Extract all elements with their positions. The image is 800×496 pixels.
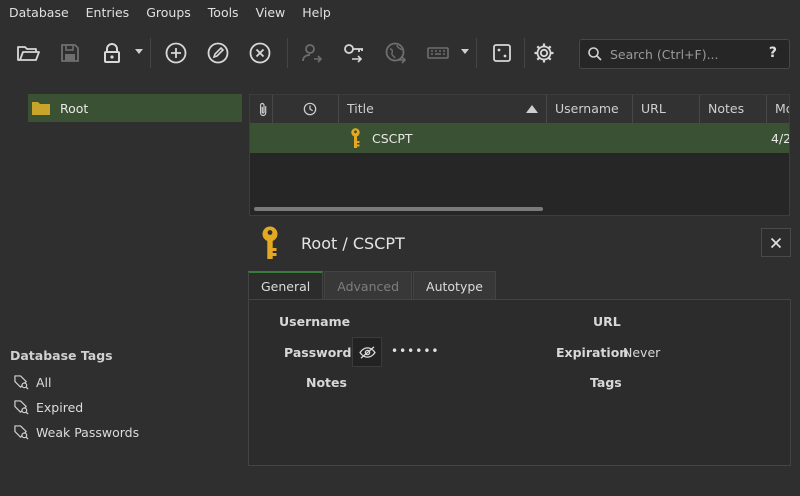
column-header-modified[interactable]: Mo xyxy=(767,95,789,124)
dice-icon xyxy=(493,44,511,62)
column-notes-label: Notes xyxy=(708,101,745,116)
globe-arrow-icon xyxy=(385,42,407,64)
search-help-button[interactable]: ? xyxy=(769,45,777,61)
entry-modified-cell: 4/28 xyxy=(771,131,789,146)
gear-icon xyxy=(534,43,554,63)
column-username-label: Username xyxy=(555,101,619,116)
open-database-button[interactable] xyxy=(13,38,43,68)
menu-view[interactable]: View xyxy=(247,0,294,26)
tab-general[interactable]: General xyxy=(248,271,324,300)
x-circle-icon xyxy=(249,42,271,64)
tag-label: Expired xyxy=(36,399,84,415)
lock-database-button[interactable] xyxy=(97,38,127,68)
column-title-label: Title xyxy=(347,101,374,116)
save-icon xyxy=(61,44,79,62)
folder-open-icon xyxy=(17,46,40,61)
toggle-password-visibility-button[interactable] xyxy=(352,337,382,367)
toolbar-separator xyxy=(287,38,288,68)
database-tags-title: Database Tags xyxy=(10,348,113,363)
column-header-url[interactable]: URL xyxy=(633,95,700,124)
autotype-button[interactable] xyxy=(423,38,453,68)
column-header-title[interactable]: Title xyxy=(339,95,547,124)
settings-button[interactable] xyxy=(529,38,559,68)
pencil-circle-icon xyxy=(207,42,229,64)
key-icon xyxy=(351,128,360,148)
group-tree-item-root[interactable]: Root xyxy=(28,94,242,122)
column-header-notes[interactable]: Notes xyxy=(700,95,767,124)
column-header-attachment[interactable] xyxy=(250,95,273,124)
toolbar-separator xyxy=(150,38,151,68)
expiration-value: Never xyxy=(623,345,661,360)
group-tree-label: Root xyxy=(60,100,89,116)
tab-advanced[interactable]: Advanced xyxy=(324,271,413,300)
copy-password-button[interactable] xyxy=(339,38,369,68)
plus-circle-icon xyxy=(165,42,187,64)
password-value: •••••• xyxy=(391,344,440,358)
menu-entries[interactable]: Entries xyxy=(77,0,138,26)
password-generator-button[interactable] xyxy=(487,38,517,68)
preview-tabs: General Advanced Autotype xyxy=(248,271,497,300)
key-arrow-icon xyxy=(344,44,363,63)
entry-title-cell: CSCPT xyxy=(372,131,413,146)
close-icon xyxy=(770,237,782,248)
paperclip-icon xyxy=(259,102,267,117)
column-url-label: URL xyxy=(641,101,666,116)
notes-label: Notes xyxy=(306,375,347,390)
column-header-expires[interactable] xyxy=(295,95,339,124)
menu-bar: Database Entries Groups Tools View Help xyxy=(0,0,800,26)
horizontal-scrollbar[interactable] xyxy=(254,207,543,211)
tag-item-all[interactable]: All xyxy=(14,373,52,391)
user-arrow-icon xyxy=(302,44,323,63)
menu-groups[interactable]: Groups xyxy=(137,0,199,26)
expiration-label: Expiration xyxy=(556,345,629,360)
eye-off-icon xyxy=(358,345,376,359)
copy-url-button[interactable] xyxy=(381,38,411,68)
menu-help[interactable]: Help xyxy=(293,0,339,26)
close-preview-button[interactable] xyxy=(761,228,791,257)
table-header: Title Username URL Notes Mo xyxy=(250,95,789,124)
menu-database[interactable]: Database xyxy=(0,0,77,26)
lock-icon xyxy=(104,43,120,63)
tag-search-icon xyxy=(14,424,29,440)
tags-label: Tags xyxy=(590,375,622,390)
toolbar-separator xyxy=(476,38,477,68)
tag-item-expired[interactable]: Expired xyxy=(14,398,83,416)
tag-search-icon xyxy=(14,374,29,390)
search-input[interactable] xyxy=(610,43,760,65)
tab-autotype[interactable]: Autotype xyxy=(413,271,496,300)
lock-dropdown-arrow[interactable] xyxy=(135,49,143,54)
copy-username-button[interactable] xyxy=(297,38,327,68)
tag-search-icon xyxy=(14,399,29,415)
edit-entry-button[interactable] xyxy=(203,38,233,68)
column-modified-label: Mo xyxy=(775,101,789,116)
keyboard-icon xyxy=(427,47,449,59)
menu-tools[interactable]: Tools xyxy=(199,0,247,26)
autotype-dropdown-arrow[interactable] xyxy=(461,49,469,54)
sort-ascending-icon xyxy=(526,105,538,113)
column-header-username[interactable]: Username xyxy=(547,95,633,124)
search-box: ? xyxy=(579,39,790,69)
tag-item-weak-passwords[interactable]: Weak Passwords xyxy=(14,423,139,441)
tag-label: All xyxy=(36,374,52,390)
tag-label: Weak Passwords xyxy=(36,424,140,440)
url-label: URL xyxy=(593,314,621,329)
toolbar-separator xyxy=(524,38,525,68)
delete-entry-button[interactable] xyxy=(245,38,275,68)
folder-icon xyxy=(32,102,50,115)
save-database-button[interactable] xyxy=(55,38,85,68)
key-icon xyxy=(262,226,278,259)
username-label: Username xyxy=(279,314,351,329)
entry-preview-title: Root / CSCPT xyxy=(301,234,405,253)
search-icon xyxy=(588,47,602,61)
entry-preview-header: Root / CSCPT xyxy=(249,222,790,266)
add-entry-button[interactable] xyxy=(161,38,191,68)
entry-table: Title Username URL Notes Mo CSCPT 4/28 xyxy=(249,94,790,216)
password-label: Password xyxy=(284,345,352,360)
clock-icon xyxy=(303,102,317,116)
table-row[interactable]: CSCPT 4/28 xyxy=(250,124,789,153)
